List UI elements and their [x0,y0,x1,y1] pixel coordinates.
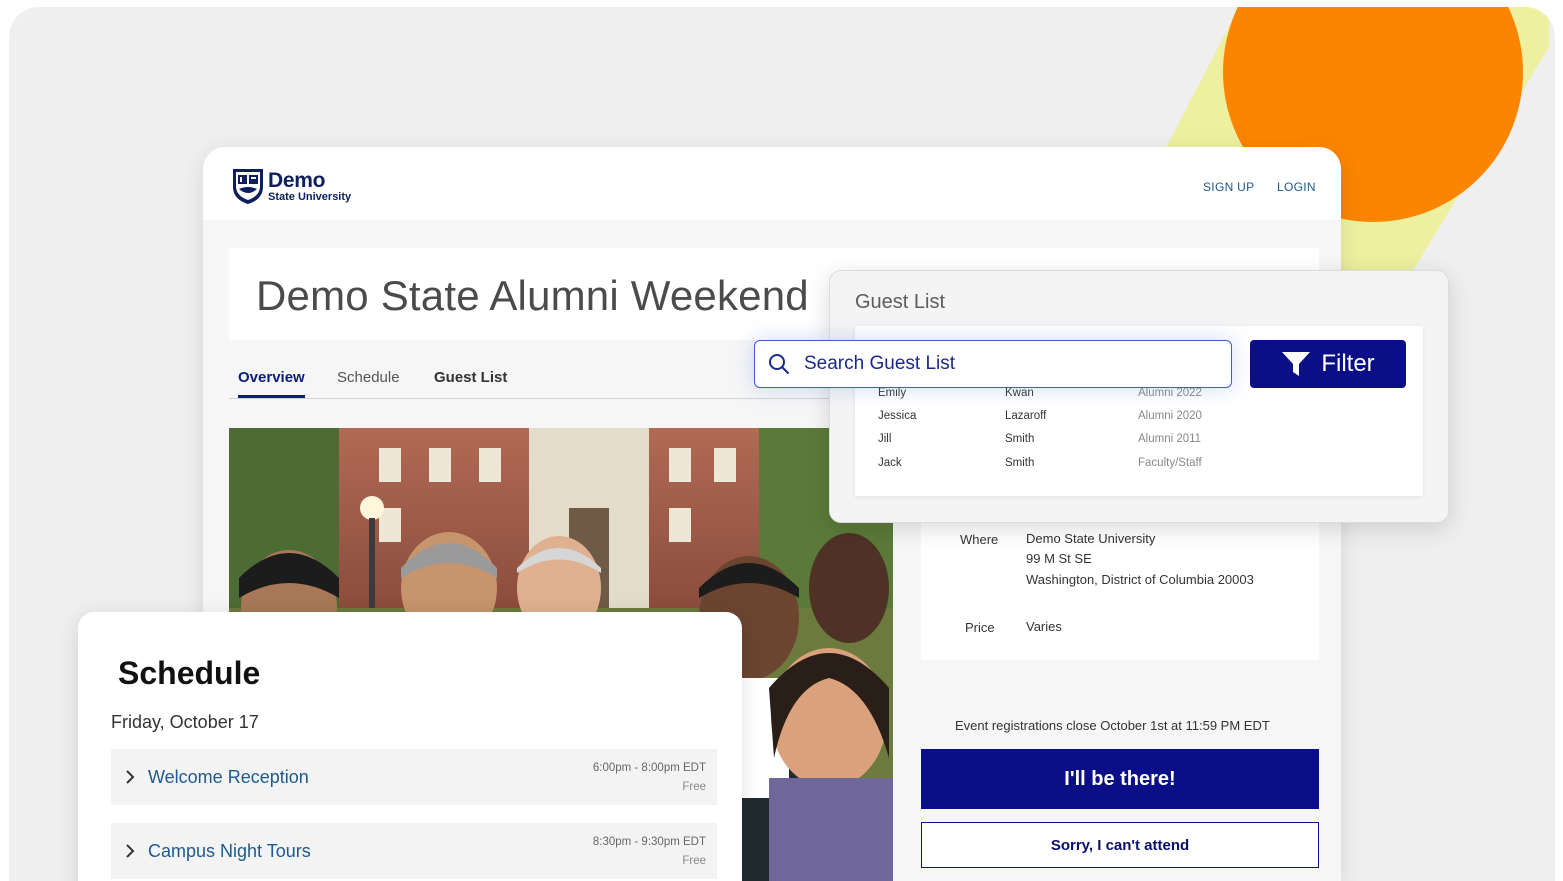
where-street: 99 M St SE [1026,551,1092,566]
login-link[interactable]: LOGIN [1277,180,1316,194]
guest-first-name: Jack [878,457,902,469]
schedule-card: Schedule Friday, October 17 Welcome Rece… [78,612,742,881]
filter-label: Filter [1321,350,1375,377]
guest-last-name: Smith [1005,433,1035,445]
guest-last-name: Lazaroff [1005,410,1047,422]
guest-first-name: Jill [878,433,892,445]
schedule-title: Schedule [118,655,261,691]
schedule-item-time: 8:30pm - 9:30pm EDT [592,836,706,848]
where-name: Demo State University [1026,531,1156,546]
schedule-item-time: 6:00pm - 8:00pm EDT [592,762,706,774]
price-value: Varies [1026,619,1062,634]
guest-first-name: Emily [878,387,907,399]
schedule-item-price: Free [682,781,706,793]
schedule-item-name[interactable]: Campus Night Tours [148,841,311,862]
schedule-item[interactable]: Welcome Reception 6:00pm - 8:00pm EDT Fr… [111,749,717,805]
chevron-right-icon[interactable] [123,767,137,787]
guest-group: Faculty/Staff [1138,457,1202,469]
where-city: Washington, District of Columbia 20003 [1026,572,1254,587]
where-label: Where [960,532,999,547]
chevron-right-icon[interactable] [123,841,137,861]
filter-funnel-icon [1282,352,1311,376]
guest-search-input[interactable] [804,353,1204,375]
rsvp-button[interactable]: I'll be there! [921,749,1319,809]
schedule-item[interactable]: Campus Night Tours 8:30pm - 9:30pm EDT F… [111,823,717,879]
tab-guest-list[interactable]: Guest List [434,369,507,398]
guest-first-name: Jessica [878,410,917,422]
schedule-item-price: Free [682,855,706,867]
filter-button[interactable]: Filter [1250,340,1406,388]
decline-button[interactable]: Sorry, I can't attend [921,822,1319,868]
search-icon [769,354,789,374]
guest-group: Alumni 2022 [1138,387,1202,399]
guest-list-title: Guest List [855,291,946,313]
guest-group: Alumni 2020 [1138,410,1202,422]
signup-link[interactable]: SIGN UP [1203,180,1254,194]
tab-schedule[interactable]: Schedule [337,369,400,398]
logo-subtitle: State University [268,190,352,203]
schedule-date: Friday, October 17 [111,712,259,732]
logo-wordmark: Demo [268,168,326,192]
guest-search-box[interactable] [754,340,1232,388]
event-details: Where Demo State University 99 M St SE W… [921,515,1319,660]
university-logo[interactable]: Demo State University [231,167,351,205]
guest-list-panel: Guest List Emily Kwan Alumni 2022 Jessic… [829,270,1449,523]
tab-overview[interactable]: Overview [238,369,305,398]
event-title: Demo State Alumni Weekend [256,272,809,319]
site-header: Demo State University SIGN UP LOGIN [203,147,1341,220]
price-label: Price [965,620,995,635]
guest-last-name: Smith [1005,457,1035,469]
schedule-item-name[interactable]: Welcome Reception [148,767,309,788]
shield-crest-icon [233,169,263,204]
registration-note: Event registrations close October 1st at… [955,718,1270,733]
guest-group: Alumni 2011 [1138,433,1202,445]
guest-last-name: Kwan [1005,387,1034,399]
event-tabs: Overview Schedule Guest List [229,369,829,399]
